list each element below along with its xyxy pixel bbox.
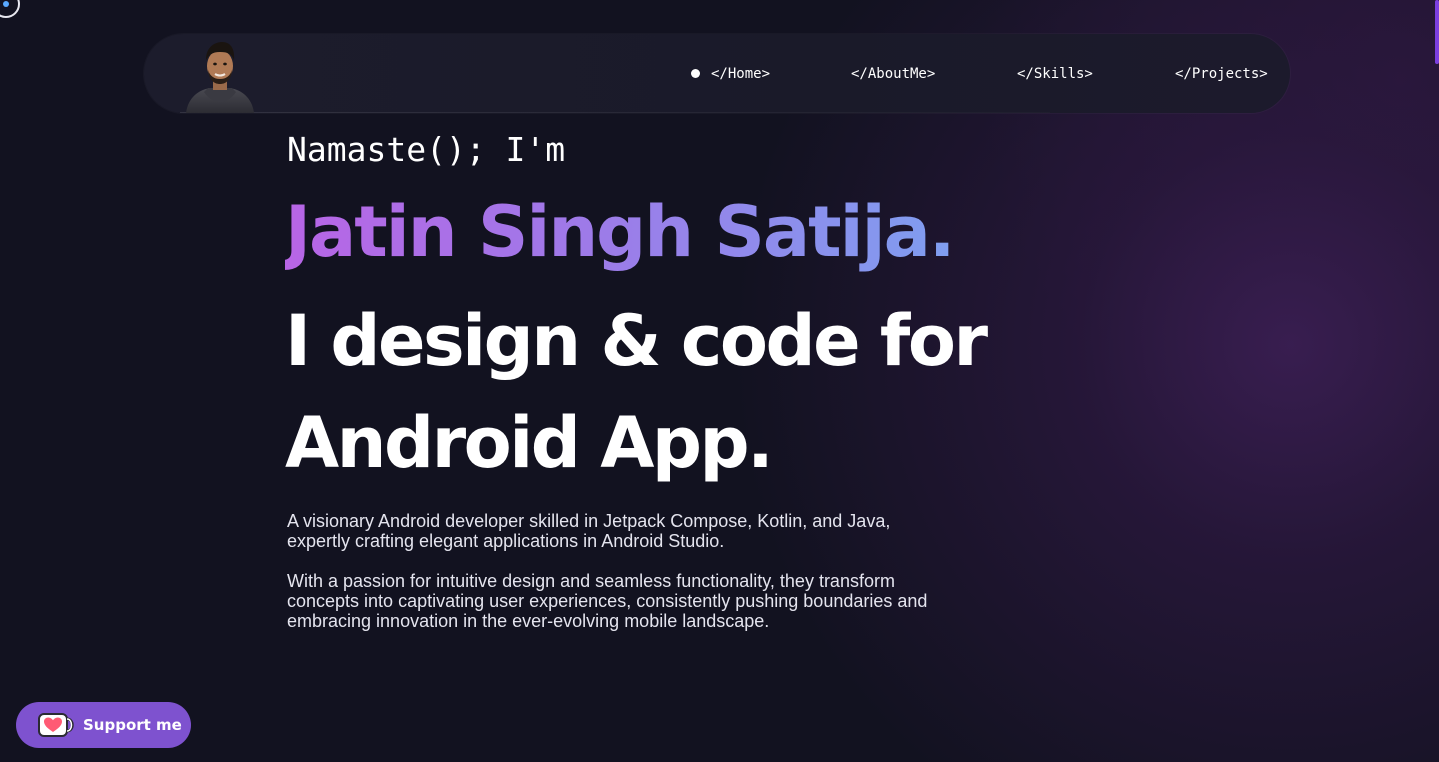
hero-name: Jatin Singh Satija. [285, 191, 955, 273]
hero-headline-line1: I design & code for [285, 300, 988, 382]
hero-description-1: A visionary Android developer skilled in… [287, 511, 891, 551]
nav-link-aboutme[interactable]: </AboutMe> [851, 64, 935, 84]
active-nav-indicator [691, 69, 700, 78]
avatar-portrait-icon [186, 42, 254, 113]
coffee-cup-heart-icon [38, 713, 74, 737]
nav-link-skills[interactable]: </Skills> [1017, 64, 1093, 84]
support-me-label: Support me [83, 716, 182, 734]
hero-headline: I design & code for Android App. [285, 290, 988, 494]
avatar[interactable] [182, 36, 258, 113]
navbar-divider [180, 112, 1050, 113]
hero-headline-line2: Android App. [285, 402, 774, 484]
nav-link-projects[interactable]: </Projects> [1175, 64, 1268, 84]
hero-greeting: Namaste(); I'm [287, 130, 566, 169]
custom-cursor-dot [3, 1, 9, 7]
scroll-indicator[interactable] [1435, 0, 1439, 64]
hero-description-2: With a passion for intuitive design and … [287, 571, 928, 631]
nav-link-home[interactable]: </Home> [711, 64, 770, 84]
support-me-button[interactable]: Support me [16, 702, 191, 748]
